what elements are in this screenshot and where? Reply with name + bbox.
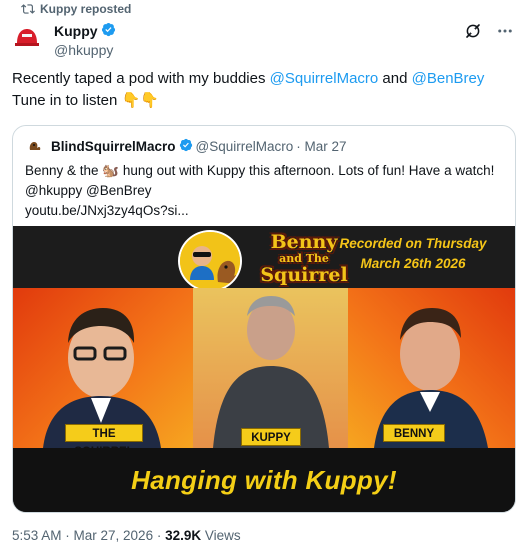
- repost-indicator[interactable]: Kuppy reposted: [20, 1, 131, 17]
- quote-author-handle[interactable]: @SquirrelMacro: [196, 139, 294, 154]
- tweet-text: Recently taped a pod with my buddies @Sq…: [12, 68, 516, 112]
- thumbnail-headline: Hanging with Kuppy!: [131, 465, 397, 495]
- recorded-line1: Recorded on Thursday: [339, 236, 487, 251]
- name-tag-kuppy: KUPPY: [241, 428, 301, 446]
- timestamp[interactable]: 5:53 AM · Mar 27, 2026 ·: [12, 528, 165, 543]
- recorded-date: Recorded on Thursday March 26th 2026: [329, 234, 497, 274]
- mention-squirrelmacro[interactable]: @SquirrelMacro: [270, 70, 379, 87]
- tweet-actions-top: [464, 22, 514, 40]
- name-tag-the-squirrel: THE SQUIRREL: [65, 424, 143, 458]
- quote-text: Benny & the 🐿️ hung out with Kuppy this …: [25, 161, 505, 221]
- grok-icon[interactable]: [464, 22, 482, 40]
- thumbnail-footer-band: Hanging with Kuppy!: [13, 448, 515, 512]
- show-logo-illustration: [178, 230, 242, 292]
- name-tag-benny: BENNY: [383, 424, 445, 442]
- avatar[interactable]: [12, 23, 42, 53]
- guest-panel-center: [193, 288, 348, 448]
- views-label: Views: [201, 528, 241, 543]
- quote-text-line2[interactable]: @hkuppy @BenBrey: [25, 181, 505, 201]
- tweet-text-part: and: [378, 70, 412, 87]
- verified-badge-icon: [179, 138, 193, 155]
- repost-icon: [20, 1, 36, 17]
- mention-benbrey[interactable]: @BenBrey: [412, 70, 485, 87]
- verified-badge-icon: [101, 22, 116, 40]
- quote-date[interactable]: · Mar 27: [296, 139, 346, 154]
- quote-avatar[interactable]: [25, 136, 45, 156]
- tweet-meta: 5:53 AM · Mar 27, 2026 · 32.9K Views: [12, 528, 241, 543]
- views-count: 32.9K: [165, 528, 202, 543]
- recorded-line2: March 26th 2026: [360, 256, 466, 271]
- video-thumbnail[interactable]: Benny and The Squirrel Recorded on Thurs…: [13, 226, 515, 512]
- author-name[interactable]: Kuppy: [54, 23, 98, 39]
- repost-label: Kuppy reposted: [40, 2, 132, 16]
- quote-text-line1: Benny & the 🐿️ hung out with Kuppy this …: [25, 163, 495, 178]
- guests-stage: THE SQUIRREL KUPPY BENNY: [13, 288, 515, 458]
- pointing-down-emoji: 👇👇: [121, 92, 159, 109]
- more-icon[interactable]: [496, 22, 514, 40]
- tweet-text-line2: Tune in to listen: [12, 92, 118, 109]
- quoted-tweet[interactable]: BlindSquirrelMacro @SquirrelMacro · Mar …: [12, 125, 516, 513]
- quote-author-name[interactable]: BlindSquirrelMacro: [51, 139, 176, 154]
- author-handle[interactable]: @hkuppy: [54, 42, 116, 58]
- tweet-text-part: Recently taped a pod with my buddies: [12, 70, 270, 87]
- author-block: Kuppy @hkuppy: [54, 22, 116, 58]
- quote-link[interactable]: youtu.be/JNxj3zy4qOs?si...: [25, 201, 505, 221]
- quote-header: BlindSquirrelMacro @SquirrelMacro · Mar …: [25, 136, 347, 156]
